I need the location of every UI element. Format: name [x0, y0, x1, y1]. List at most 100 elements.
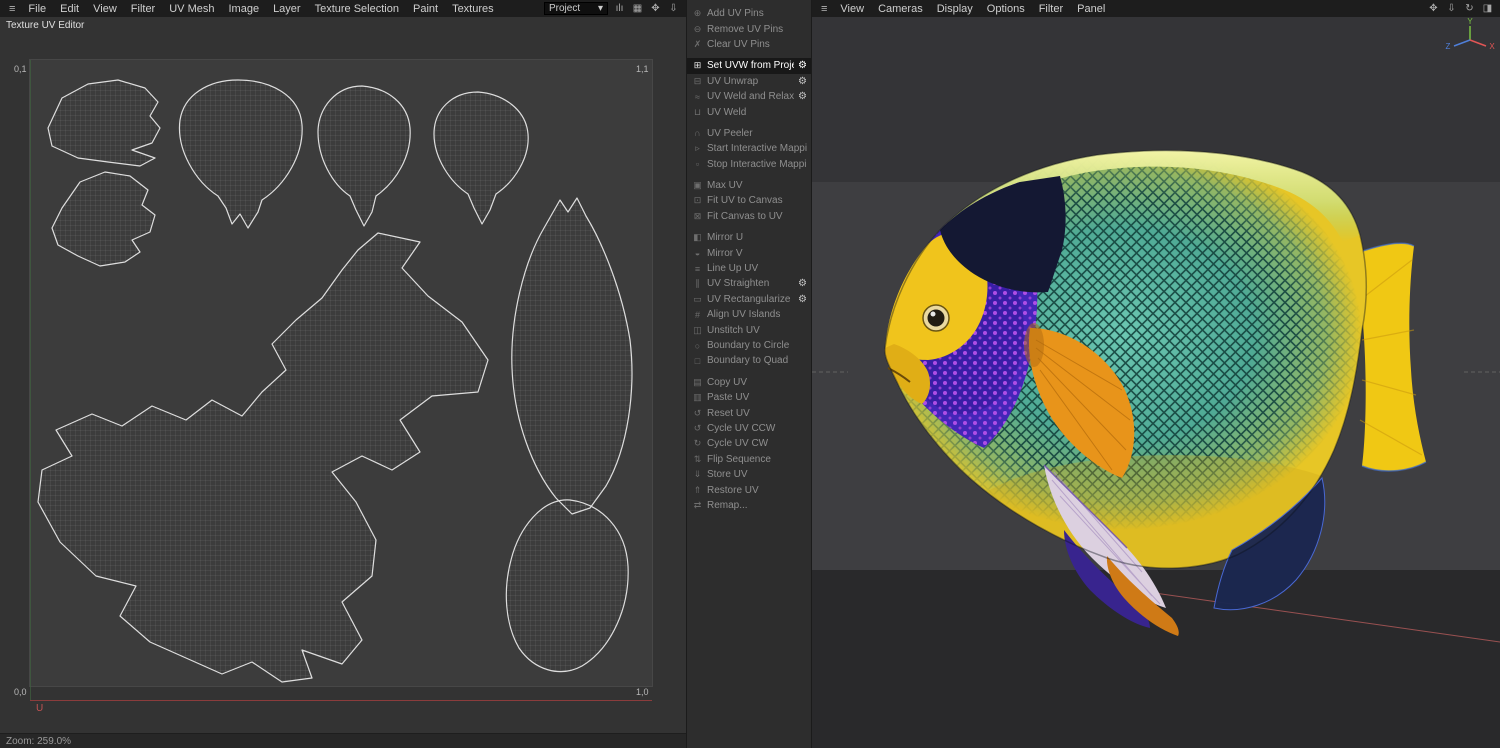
uv-island[interactable] — [511, 197, 633, 515]
menu-item-copy-uv[interactable]: ▤ Copy UV — [687, 375, 811, 390]
uv-corner-top-right: 1,1 — [636, 64, 649, 74]
rotate-ccw-icon: ↺ — [693, 422, 702, 433]
panel-icon[interactable]: ◨ — [1481, 3, 1494, 14]
history-icon[interactable]: ↻ — [1463, 3, 1476, 14]
menu-item-set-uvw-from-projection[interactable]: ⊞ Set UVW from Projection ⚙ — [687, 58, 811, 74]
peeler-icon: ∩ — [694, 128, 701, 139]
uv-corner-bottom-left: 0,0 — [14, 687, 27, 697]
align-icon: # — [694, 309, 700, 320]
menu-item-label: Mirror V — [707, 247, 743, 259]
menu-item-boundary-to-quad[interactable]: □ Boundary to Quad — [687, 353, 811, 368]
uv-editor-statusbar: Zoom: 259.0% — [0, 733, 686, 748]
menu-item-boundary-to-circle[interactable]: ○ Boundary to Circle — [687, 338, 811, 353]
menu-item-unstitch-uv[interactable]: ◫ Unstitch UV — [687, 322, 811, 337]
menu-item-reset-uv[interactable]: ↺ Reset UV — [687, 405, 811, 420]
vp-menu-view[interactable]: View — [833, 3, 871, 15]
menu-filter[interactable]: Filter — [124, 3, 162, 15]
vp-menu-filter[interactable]: Filter — [1032, 3, 1070, 15]
hand-icon[interactable]: ✥ — [649, 3, 662, 14]
menu-item-start-interactive-mapping[interactable]: ▹ Start Interactive Mapping — [687, 141, 811, 156]
uv-island[interactable] — [178, 79, 303, 229]
hamburger-icon[interactable]: ≡ — [815, 3, 833, 15]
menu-item-uv-unwrap[interactable]: ⊟ UV Unwrap ⚙ — [687, 74, 811, 89]
store-icon: ⇓ — [693, 469, 702, 480]
uv-island[interactable] — [51, 171, 156, 267]
menu-item-fit-canvas-to-uv[interactable]: ⊠ Fit Canvas to UV — [687, 209, 811, 224]
menu-view[interactable]: View — [86, 3, 124, 15]
unstitch-icon: ◫ — [693, 324, 702, 335]
uv-u-axis — [30, 700, 652, 701]
vp-menu-display[interactable]: Display — [930, 3, 980, 15]
vp-menu-options[interactable]: Options — [980, 3, 1032, 15]
menu-item-uv-peeler[interactable]: ∩ UV Peeler — [687, 126, 811, 141]
menu-item-flip-sequence[interactable]: ⇅ Flip Sequence — [687, 452, 811, 467]
menu-item-fit-uv-to-canvas[interactable]: ⊡ Fit UV to Canvas — [687, 193, 811, 208]
fish-model[interactable] — [872, 140, 1427, 636]
gear-icon[interactable]: ⚙ — [798, 76, 807, 87]
uv-island[interactable] — [505, 499, 629, 673]
menu-item-store-uv[interactable]: ⇓ Store UV — [687, 467, 811, 482]
gear-icon[interactable]: ⚙ — [798, 278, 807, 289]
gear-icon[interactable]: ⚙ — [798, 91, 807, 102]
menu-file[interactable]: File — [21, 3, 53, 15]
menu-layer[interactable]: Layer — [266, 3, 308, 15]
download-icon[interactable]: ⇩ — [667, 3, 680, 14]
gear-icon[interactable]: ⚙ — [798, 294, 807, 305]
uv-island[interactable] — [37, 232, 489, 683]
uv-island[interactable] — [47, 79, 161, 167]
vp-menu-cameras[interactable]: Cameras — [871, 3, 930, 15]
menu-item-label: UV Peeler — [707, 127, 753, 139]
menu-texture-selection[interactable]: Texture Selection — [308, 3, 406, 15]
grid-icon[interactable]: ▦ — [631, 3, 644, 14]
menu-item-line-up-uv[interactable]: ≡ Line Up UV — [687, 261, 811, 276]
menu-item-stop-interactive-mapping[interactable]: ▫ Stop Interactive Mapping — [687, 157, 811, 172]
menu-item-uv-weld[interactable]: ⊔ UV Weld — [687, 104, 811, 119]
menu-item-label: Fit Canvas to UV — [707, 210, 783, 222]
remap-icon: ⇄ — [693, 499, 702, 510]
menu-textures[interactable]: Textures — [445, 3, 501, 15]
menu-item-remove-uv-pins[interactable]: ⊖ Remove UV Pins — [687, 21, 811, 36]
menu-paint[interactable]: Paint — [406, 3, 445, 15]
vp-menu-panel[interactable]: Panel — [1070, 3, 1112, 15]
menu-item-uv-rectangularize[interactable]: ▭ UV Rectangularize ⚙ — [687, 292, 811, 307]
uv-v-axis — [30, 60, 31, 701]
menu-item-paste-uv[interactable]: ▥ Paste UV — [687, 390, 811, 405]
hand-icon[interactable]: ✥ — [1427, 3, 1440, 14]
axis-gizmo[interactable]: Y Z X — [1442, 18, 1498, 60]
menu-item-cycle-uv-cw[interactable]: ↻ Cycle UV CW — [687, 436, 811, 451]
menu-item-label: UV Weld — [707, 106, 747, 118]
menu-item-uv-weld-and-relax[interactable]: ≈ UV Weld and Relax ⚙ — [687, 89, 811, 104]
viewport-3d[interactable]: ≡ View Cameras Display Options Filter Pa… — [812, 0, 1500, 748]
gear-icon[interactable]: ⚙ — [798, 60, 807, 71]
menu-item-cycle-uv-ccw[interactable]: ↺ Cycle UV CCW — [687, 421, 811, 436]
uv-islands-canvas — [37, 79, 633, 683]
hamburger-icon[interactable]: ≡ — [3, 3, 21, 15]
download-icon[interactable]: ⇩ — [1445, 3, 1458, 14]
menu-item-mirror-v[interactable]: ◒ Mirror V — [687, 245, 811, 260]
menu-image[interactable]: Image — [221, 3, 266, 15]
menu-item-clear-uv-pins[interactable]: ✗ Clear UV Pins — [687, 37, 811, 52]
line-up-icon: ≡ — [694, 263, 701, 274]
menu-item-label: UV Unwrap — [707, 75, 759, 87]
menu-item-label: Remap... — [707, 499, 748, 511]
menu-item-label: Paste UV — [707, 392, 750, 404]
uv-u-axis-label: U — [36, 703, 44, 714]
menu-item-align-uv-islands[interactable]: # Align UV Islands — [687, 307, 811, 322]
menu-item-label: Set UVW from Projection — [707, 60, 794, 72]
uv-island[interactable] — [433, 91, 529, 225]
scene-canvas[interactable] — [812, 0, 1500, 748]
menu-item-label: Add UV Pins — [707, 8, 764, 20]
menu-item-mirror-u[interactable]: ◧ Mirror U — [687, 230, 811, 245]
menu-item-restore-uv[interactable]: ⇑ Restore UV — [687, 482, 811, 497]
uv-island[interactable] — [317, 85, 411, 227]
menu-item-add-uv-pins[interactable]: ⊕ Add UV Pins — [687, 6, 811, 21]
menu-item-max-uv[interactable]: ▣ Max UV — [687, 178, 811, 193]
menu-item-uv-straighten[interactable]: ∥ UV Straighten ⚙ — [687, 276, 811, 291]
circle-icon: ○ — [694, 340, 701, 351]
menu-item-remap[interactable]: ⇄ Remap... — [687, 498, 811, 513]
menu-edit[interactable]: Edit — [53, 3, 86, 15]
project-dropdown[interactable]: Project ▾ — [544, 2, 608, 15]
histogram-icon[interactable]: ılı — [613, 3, 626, 14]
menu-uv-mesh[interactable]: UV Mesh — [162, 3, 221, 15]
rotate-cw-icon: ↻ — [693, 438, 702, 449]
